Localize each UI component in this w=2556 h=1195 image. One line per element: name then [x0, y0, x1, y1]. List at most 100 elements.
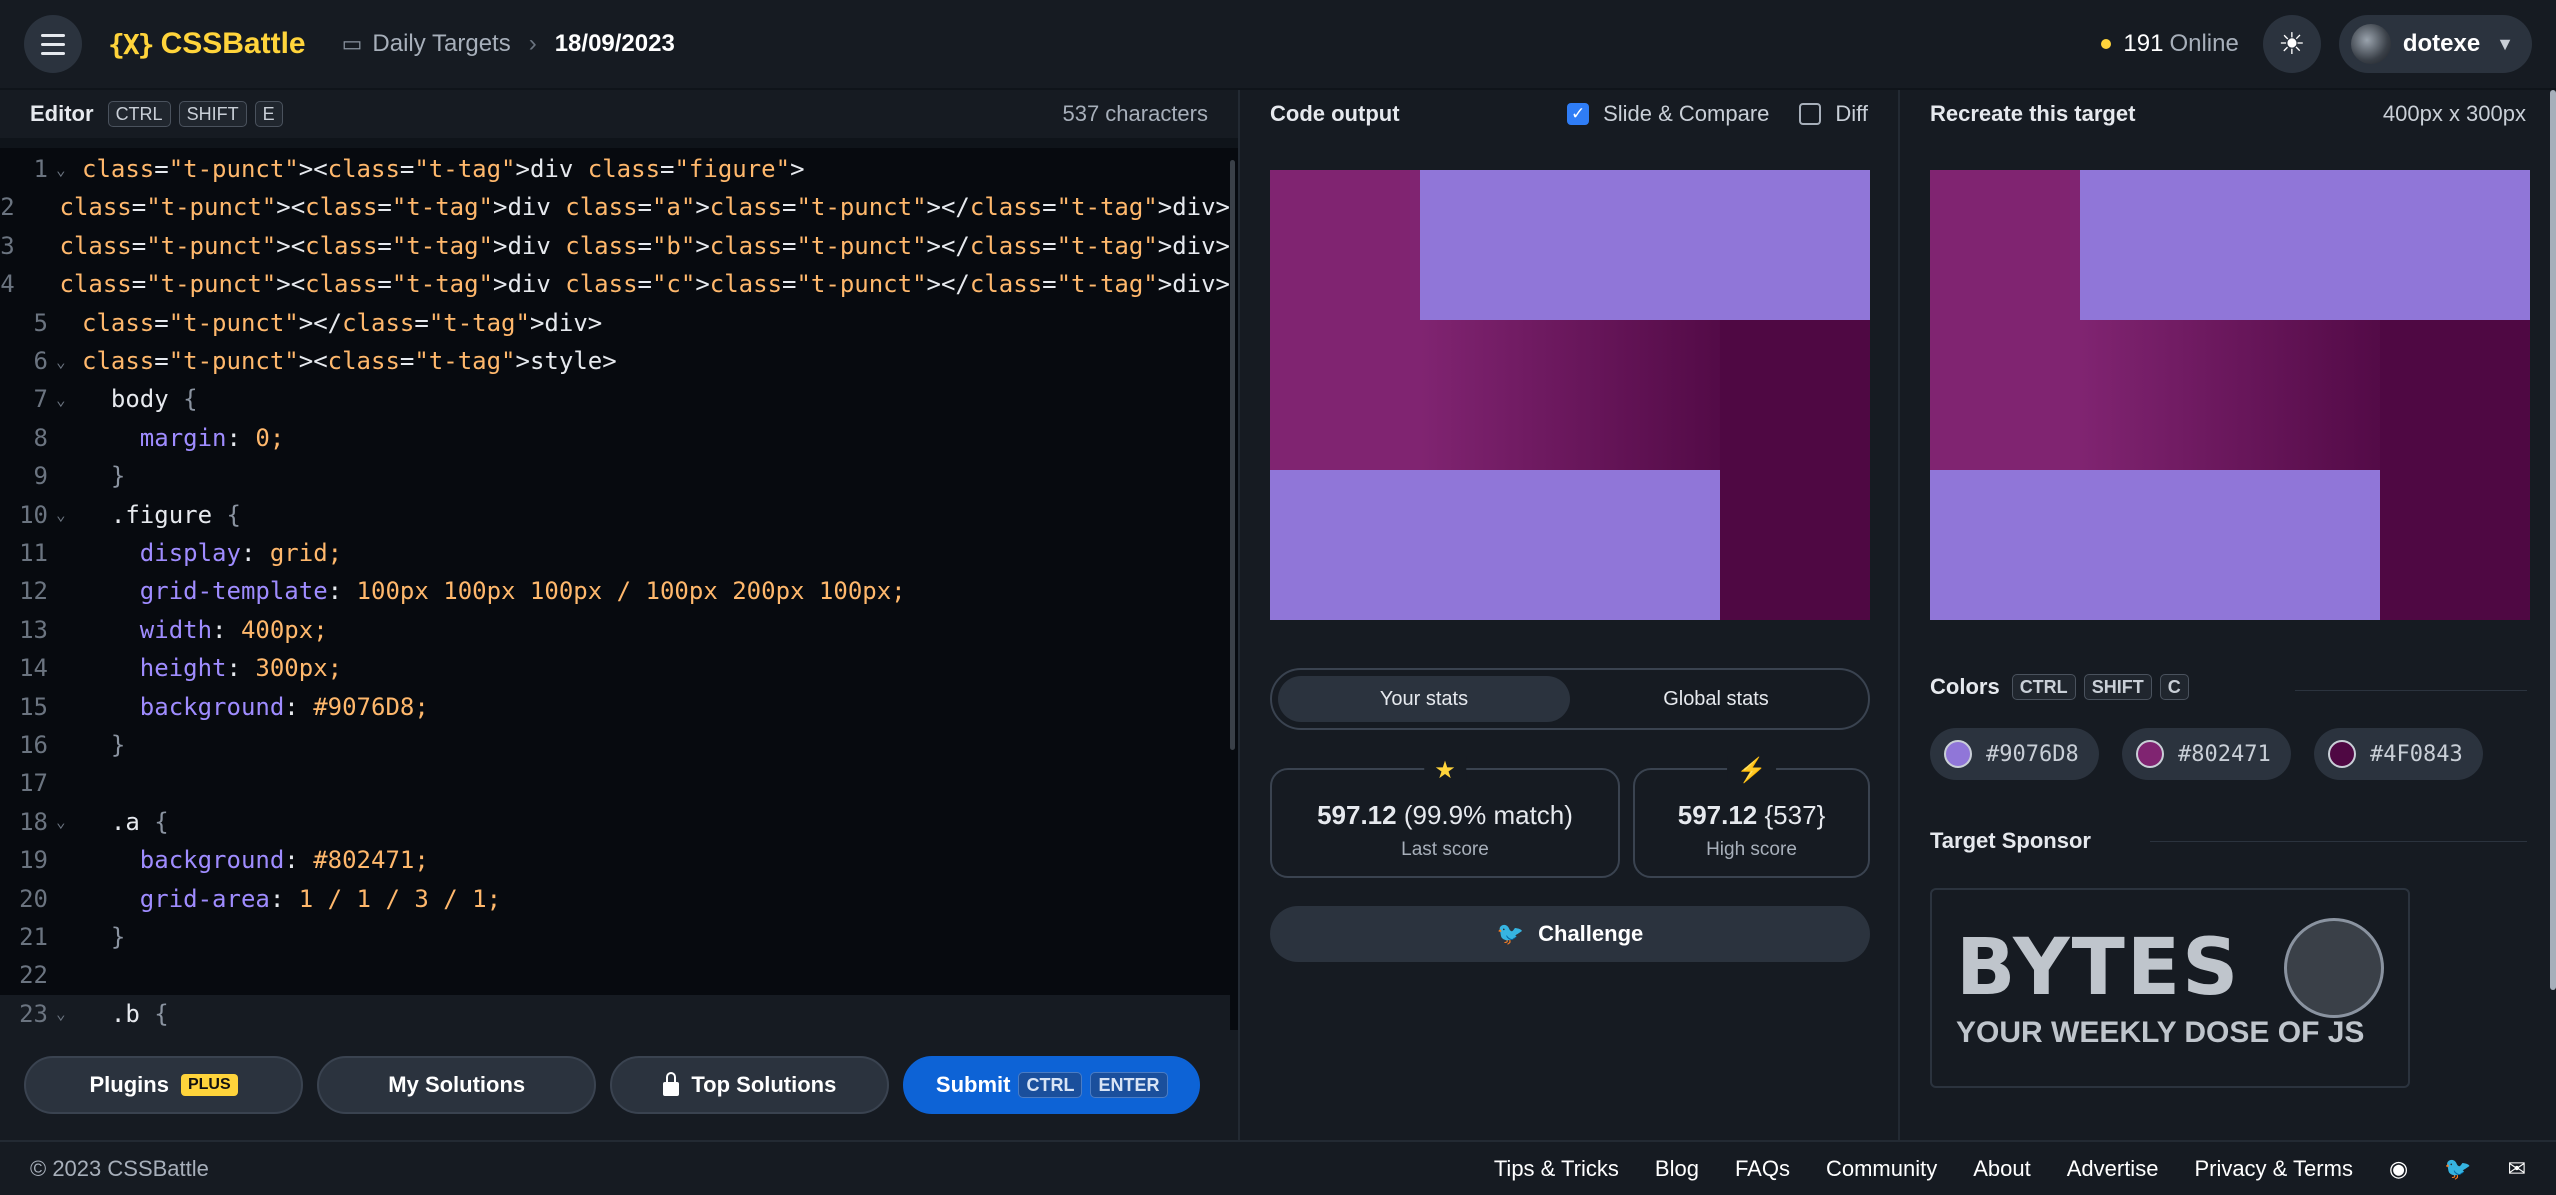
copyright: © 2023 CSSBattle: [30, 1155, 209, 1181]
fold-chevron-icon[interactable]: ⌄: [52, 812, 82, 831]
code-text: class="t-punct"><class="t-tag">style>: [82, 347, 617, 375]
color-swatch[interactable]: #9076D8: [1930, 728, 2099, 780]
code-line[interactable]: 20 grid-area: 1 / 1 / 3 / 1;: [0, 880, 1230, 918]
code-text: height: 300px;: [139, 654, 343, 683]
code-line[interactable]: 5 class="t-punct"></class="t-tag">div>: [0, 304, 1230, 342]
twitter-icon[interactable]: 🐦: [2444, 1156, 2471, 1182]
sponsor-label: Target Sponsor: [1930, 828, 2091, 853]
editor-scrollbar[interactable]: [1230, 160, 1235, 750]
code-line[interactable]: 18 ⌄ .a {: [0, 803, 1230, 841]
fold-chevron-icon[interactable]: ⌄: [52, 352, 82, 371]
code-line[interactable]: 11 display: grid;: [0, 534, 1230, 572]
code-line[interactable]: 19 background: #802471;: [0, 841, 1230, 879]
target-shape-b: [1930, 470, 2380, 620]
code-line[interactable]: 9 }: [0, 457, 1230, 495]
last-score-value-row: 597.12 (99.9% match): [1272, 800, 1618, 831]
code-line[interactable]: 6 ⌄ class="t-punct"><class="t-tag">style>: [0, 342, 1230, 380]
plugins-label: Plugins: [89, 1072, 169, 1097]
line-number: 11: [19, 539, 48, 567]
code-line[interactable]: 22: [0, 956, 1230, 994]
last-score-card: ★ 597.12 (99.9% match) Last score: [1270, 756, 1620, 878]
slide-compare-toggle[interactable]: ✓ Slide & Compare: [1567, 101, 1769, 127]
user-menu-button[interactable]: dotexe ▼: [2338, 15, 2532, 73]
top-solutions-label: Top Solutions: [691, 1072, 837, 1097]
code-text: .b {: [82, 999, 169, 1028]
fold-chevron-icon[interactable]: ⌄: [52, 1004, 82, 1023]
code-editor[interactable]: 1 ⌄ class="t-punct"><class="t-tag">div cla…: [0, 148, 1238, 1030]
code-output-header: Code output ✓ Slide & Compare Diff: [1240, 90, 1898, 138]
code-line[interactable]: 8 margin: 0;: [0, 419, 1230, 457]
character-count: 537 characters: [1062, 101, 1208, 126]
line-number: 16: [19, 731, 48, 759]
last-score-label: Last score: [1401, 839, 1489, 860]
line-number: 20: [19, 884, 48, 913]
menu-button[interactable]: [24, 15, 82, 73]
discord-icon[interactable]: ◉: [2389, 1156, 2408, 1182]
checkbox-unchecked-icon[interactable]: [1799, 103, 1822, 125]
code-line[interactable]: 17: [0, 764, 1230, 802]
line-number: 1: [33, 155, 48, 183]
code-line[interactable]: 1 ⌄ class="t-punct"><class="t-tag">div cla…: [0, 150, 1230, 188]
code-line[interactable]: 16 }: [0, 726, 1230, 764]
footer-link-about[interactable]: About: [1973, 1156, 2031, 1182]
breadcrumb-daily-targets[interactable]: Daily Targets: [372, 30, 510, 58]
code-text: background: #9076D8;: [139, 692, 429, 721]
fold-chevron-icon[interactable]: ⌄: [52, 505, 82, 524]
sponsor-banner[interactable]: BYTES YOUR WEEKLY DOSE OF JS: [1930, 888, 2410, 1088]
code-line[interactable]: 3 class="t-punct"><class="t-tag">div cla…: [0, 227, 1230, 265]
plus-badge: PLUS: [180, 1074, 238, 1096]
code-text: grid-area: 1 / 1 / 3 / 1;: [139, 884, 502, 913]
footer-links: Tips & Tricks Blog FAQs Community About …: [1458, 1156, 2526, 1182]
challenge-button[interactable]: 🐦 Challenge: [1270, 906, 1870, 962]
footer-link-blog[interactable]: Blog: [1655, 1156, 1699, 1182]
code-text: class="t-punct"></class="t-tag">div>: [82, 308, 603, 337]
fold-chevron-icon[interactable]: ⌄: [52, 390, 82, 409]
high-score-label: High score: [1706, 839, 1797, 860]
code-line[interactable]: 15 background: #9076D8;: [0, 688, 1230, 726]
checkbox-checked-icon[interactable]: ✓: [1567, 103, 1590, 125]
output-preview[interactable]: [1270, 170, 1870, 620]
submit-button[interactable]: Submit CTRL ENTER: [903, 1056, 1200, 1114]
star-icon: ★: [1424, 756, 1466, 785]
code-line[interactable]: 4 class="t-punct"><class="t-tag">div cla…: [0, 265, 1230, 303]
plugins-button[interactable]: Plugins PLUS: [24, 1056, 304, 1114]
last-score-match: (99.9% match): [1403, 800, 1573, 830]
target-preview[interactable]: [1930, 170, 2530, 620]
line-number: 14: [19, 654, 48, 683]
color-hex: #9076D8: [1986, 741, 2079, 767]
my-solutions-button[interactable]: My Solutions: [317, 1056, 597, 1114]
shortcut-key: ENTER: [1090, 1072, 1168, 1098]
color-swatch[interactable]: #802471: [2122, 728, 2291, 780]
colors-label: Colors: [1930, 674, 2000, 699]
page-scrollbar[interactable]: [2550, 90, 2556, 990]
fold-chevron-icon[interactable]: ⌄: [52, 160, 82, 179]
brand-logo[interactable]: {X} CSSBattle: [108, 27, 306, 61]
footer-link-community[interactable]: Community: [1826, 1156, 1937, 1182]
color-hex: #802471: [2178, 741, 2271, 767]
footer-link-faqs[interactable]: FAQs: [1735, 1156, 1790, 1182]
code-line[interactable]: 12 grid-template: 100px 100px 100px / 10…: [0, 572, 1230, 610]
footer-link-privacy[interactable]: Privacy & Terms: [2194, 1156, 2353, 1182]
twitter-icon: 🐦: [1496, 921, 1525, 946]
theme-toggle-button[interactable]: ☀: [2262, 15, 2321, 73]
last-score-value: 597.12: [1317, 800, 1397, 830]
diff-toggle[interactable]: Diff: [1799, 101, 1868, 127]
mail-icon[interactable]: ✉: [2508, 1156, 2526, 1182]
code-text: .figure {: [82, 500, 241, 529]
color-swatch[interactable]: #4F0843: [2314, 728, 2483, 780]
code-line[interactable]: 13 width: 400px;: [0, 611, 1230, 649]
code-line[interactable]: 7 ⌄ body {: [0, 380, 1230, 418]
footer-link-advertise[interactable]: Advertise: [2067, 1156, 2159, 1182]
tab-your-stats[interactable]: Your stats: [1278, 676, 1570, 722]
top-solutions-button[interactable]: Top Solutions: [610, 1056, 890, 1114]
code-text: }: [110, 923, 126, 951]
code-line[interactable]: 23 ⌄ .b {: [0, 994, 1230, 1030]
tab-global-stats[interactable]: Global stats: [1570, 676, 1862, 722]
code-line[interactable]: 10 ⌄ .figure {: [0, 496, 1230, 534]
editor-header: Editor CTRL SHIFT E 537 characters: [0, 90, 1238, 138]
footer-link-tips[interactable]: Tips & Tricks: [1494, 1156, 1619, 1182]
code-line[interactable]: 21 }: [0, 918, 1230, 956]
code-line[interactable]: 2 class="t-punct"><class="t-tag">div cla…: [0, 188, 1230, 226]
code-text: grid-template: 100px 100px 100px / 100px…: [139, 577, 906, 606]
code-line[interactable]: 14 height: 300px;: [0, 649, 1230, 687]
